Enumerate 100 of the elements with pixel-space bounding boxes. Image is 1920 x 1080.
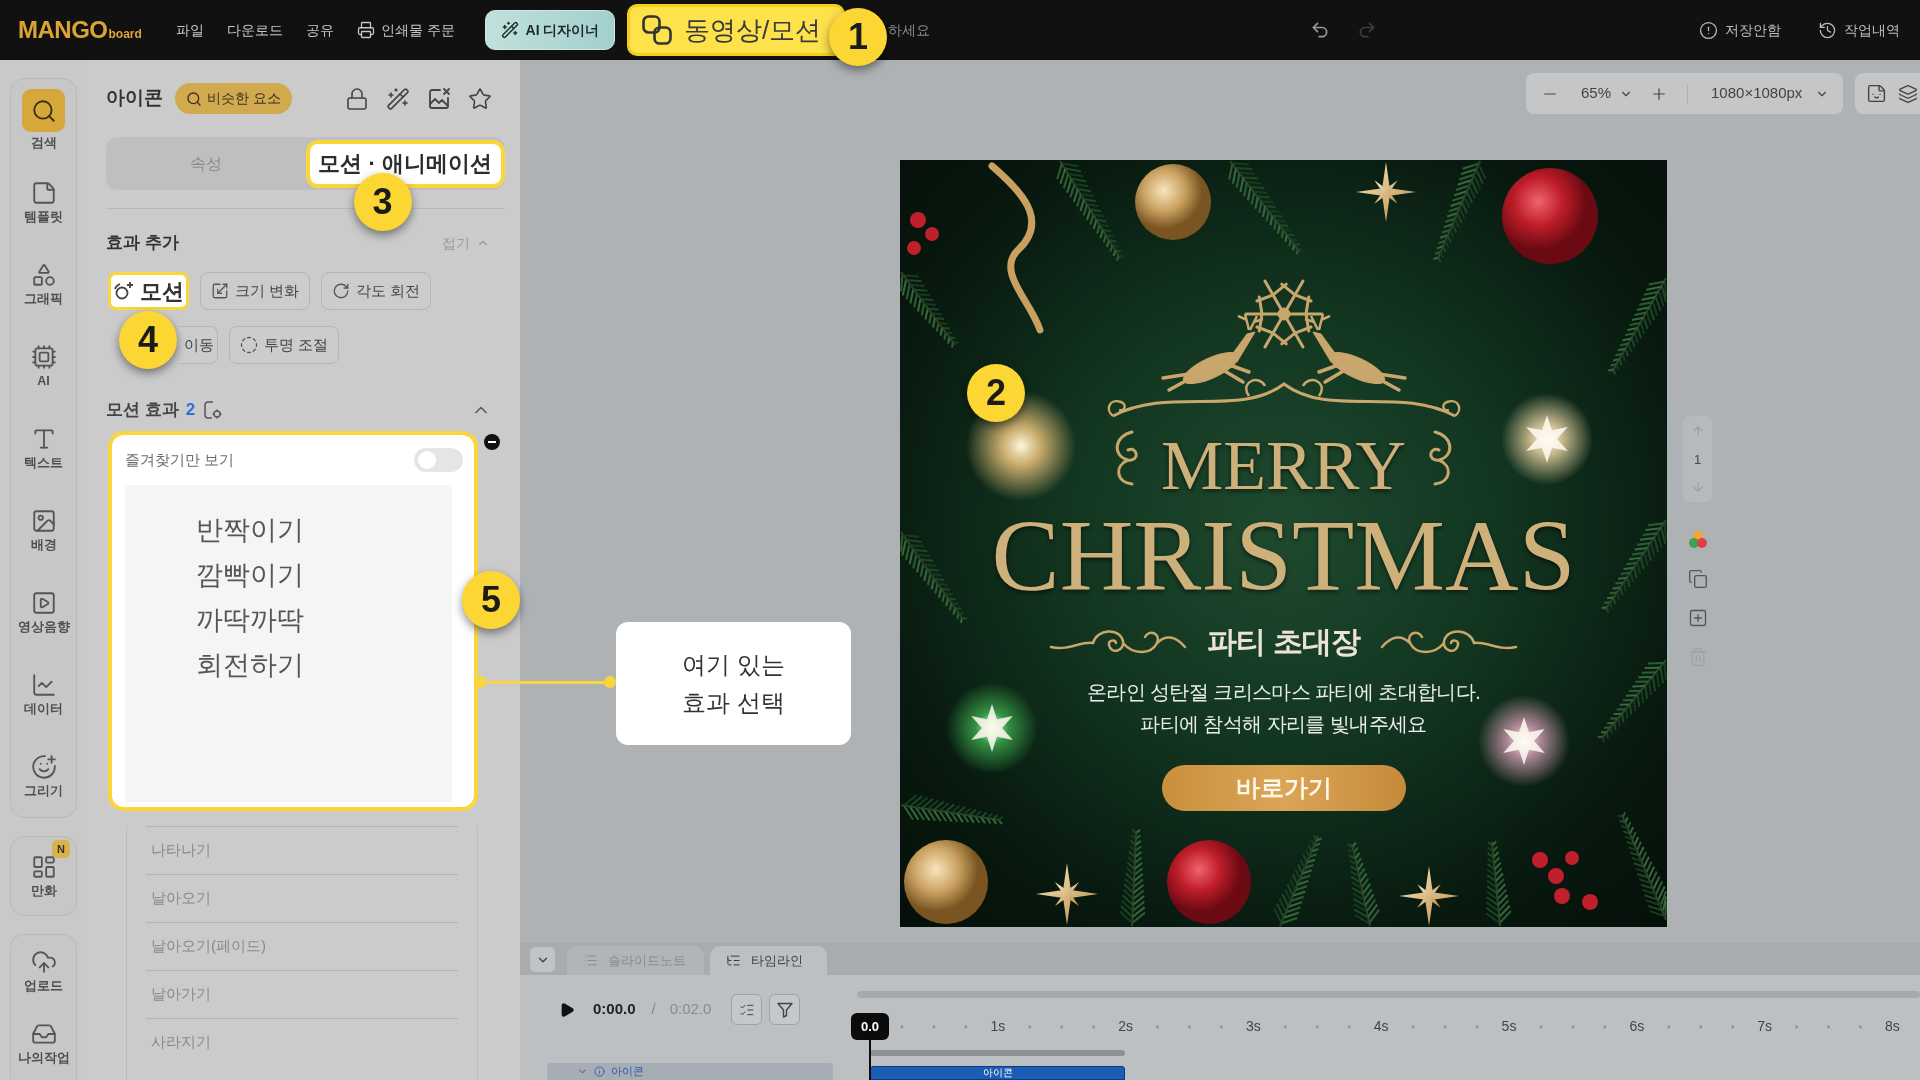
- scale-icon: [210, 282, 229, 300]
- panel-toggle-button[interactable]: [530, 947, 555, 972]
- time-tick: 8s: [1885, 1017, 1900, 1035]
- design-title: MERRY: [1160, 429, 1407, 503]
- effect-button[interactable]: 각도 회전: [321, 272, 431, 310]
- alert-icon: [1699, 20, 1718, 40]
- design-text: 파티에 참석해 자리를 빛내주세요: [1140, 712, 1427, 737]
- image-x-icon[interactable]: [427, 86, 451, 111]
- nav-button[interactable]: 업로드: [11, 935, 76, 1007]
- playhead[interactable]: 0.0: [851, 1013, 889, 1080]
- dashed-circle-icon: [239, 336, 258, 354]
- print-order-button[interactable]: 인쇄물 주문: [357, 19, 455, 41]
- effect-button[interactable]: 모션: [108, 272, 189, 310]
- copy-icon[interactable]: [1687, 569, 1708, 589]
- filter-button[interactable]: [769, 994, 801, 1025]
- filter-icon: [776, 1001, 793, 1018]
- panel-title: 아이콘: [106, 86, 163, 111]
- design-title: CHRISTMAS: [991, 509, 1576, 603]
- printer-icon: [357, 21, 375, 39]
- overlapping-squares-icon: [642, 15, 672, 45]
- nav-button[interactable]: 템플릿: [11, 161, 76, 243]
- nav-button[interactable]: 데이터: [11, 653, 76, 735]
- berry-cluster: [1532, 851, 1598, 910]
- time-tick: 7s: [1757, 1017, 1772, 1035]
- menu-item[interactable]: 다운로드: [227, 19, 283, 41]
- search-hint: 하세요: [888, 20, 930, 40]
- star-ornament: [1036, 863, 1098, 925]
- time-separator: /: [651, 999, 656, 1020]
- effect-option[interactable]: 회전하기: [125, 643, 452, 688]
- info-circle-icon: [594, 1066, 605, 1077]
- play-icon[interactable]: [559, 1001, 575, 1018]
- design-subtitle: 파티 초대장: [1207, 623, 1360, 660]
- menu-item[interactable]: 공유: [306, 19, 334, 41]
- add-page-icon[interactable]: [1687, 608, 1708, 628]
- effect-button[interactable]: 크기 변화: [200, 272, 310, 310]
- berry-cluster: [907, 212, 939, 255]
- nav-button[interactable]: 텍스트: [11, 407, 76, 489]
- favorites-label: 즐겨찾기만 보기: [125, 449, 235, 470]
- current-time: 0:00.0: [593, 999, 636, 1020]
- nav-button[interactable]: 검색: [11, 79, 76, 161]
- undo-icon[interactable]: [1310, 20, 1330, 40]
- step-badge: 2: [967, 364, 1025, 422]
- step-badge: 4: [119, 311, 177, 369]
- search-icon: [186, 90, 202, 107]
- nav-button[interactable]: 그래픽: [11, 243, 76, 325]
- section-title: 모션 효과: [106, 399, 179, 422]
- nav-button[interactable]: AI: [11, 325, 76, 407]
- effect-option[interactable]: 까딱까딱: [125, 598, 452, 643]
- nav-button[interactable]: 만화 N: [11, 837, 76, 915]
- magic-wand-icon: [500, 21, 519, 39]
- sticker-icon[interactable]: [1866, 83, 1887, 104]
- nav-button[interactable]: 배경: [11, 489, 76, 571]
- layers-icon[interactable]: [1898, 83, 1918, 104]
- time-tick: 1s: [990, 1017, 1006, 1035]
- effect-option[interactable]: 반짝이기: [125, 508, 452, 553]
- rotate-icon: [331, 282, 350, 300]
- minus-circle-icon[interactable]: [484, 434, 500, 450]
- list-icon: [583, 953, 598, 968]
- list-tree-icon: [726, 953, 741, 968]
- effect-button[interactable]: 이동: [180, 326, 218, 364]
- new-badge: N: [52, 840, 70, 858]
- tab[interactable]: 타임라인: [710, 946, 827, 975]
- menu-item[interactable]: 파일: [176, 19, 204, 41]
- time-tick: 3s: [1246, 1017, 1261, 1035]
- effect-option[interactable]: 깜빡이기: [125, 553, 452, 598]
- swirl: [1115, 430, 1138, 486]
- time-tick: 4s: [1373, 1017, 1389, 1035]
- effect-button[interactable]: 투명 조절: [229, 326, 339, 364]
- zoom-select[interactable]: 65%: [1581, 82, 1634, 105]
- page-number: 1: [1693, 452, 1702, 466]
- video-motion-button[interactable]: 동영상/모션: [627, 4, 845, 56]
- tooltip-text: 여기 있는 효과 선택: [681, 649, 786, 718]
- tab[interactable]: 모션 · 애니메이션: [305, 139, 505, 188]
- total-duration: 0:02.0: [669, 999, 712, 1020]
- similar-elements-button[interactable]: 비슷한 요소: [175, 83, 292, 114]
- nav-button[interactable]: 영상음향: [11, 571, 76, 653]
- nav-button[interactable]: 나의작업: [11, 1007, 76, 1079]
- history-button[interactable]: 작업내역: [1818, 19, 1900, 41]
- gear-box-icon[interactable]: [204, 401, 223, 419]
- sparkle-circle-icon: [113, 281, 134, 301]
- magic-wand-icon[interactable]: [386, 86, 410, 111]
- ai-designer-button[interactable]: AI 디자이너: [485, 10, 615, 50]
- design-text: 온라인 성탄절 크리스마스 파티에 초대합니다.: [1086, 680, 1481, 705]
- timeline-clip[interactable]: 아이콘: [870, 1066, 1125, 1080]
- star-ornament: [1356, 162, 1416, 222]
- time-tick: 6s: [1629, 1017, 1645, 1035]
- page-size-select[interactable]: 1080×1080px: [1711, 82, 1829, 105]
- section-title: 효과 추가: [106, 232, 179, 255]
- logo[interactable]: MANGOboard: [18, 18, 160, 42]
- star-icon[interactable]: [468, 86, 492, 111]
- list-button[interactable]: [731, 994, 763, 1025]
- save-status-button[interactable]: 저장안함: [1699, 19, 1781, 41]
- lock-icon[interactable]: [345, 86, 369, 111]
- toggle-switch[interactable]: [414, 448, 463, 472]
- nav-button[interactable]: 그리기: [11, 735, 76, 817]
- time-tick: 5s: [1501, 1017, 1517, 1035]
- effect-count: 2: [185, 399, 196, 422]
- time-tick: 2s: [1118, 1017, 1133, 1035]
- star-ornament: [1399, 866, 1459, 926]
- color-circles-icon[interactable]: [1687, 530, 1708, 550]
